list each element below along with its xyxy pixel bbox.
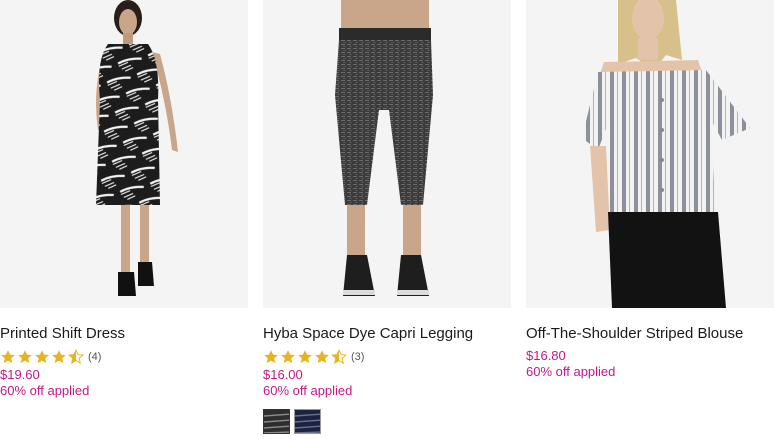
star-icon xyxy=(298,350,312,364)
discount-label: 60% off applied xyxy=(0,383,90,398)
product-price: $19.60 xyxy=(0,367,40,382)
star-icon xyxy=(52,350,66,364)
star-icon xyxy=(18,350,32,364)
product-image-legging[interactable] xyxy=(263,0,511,308)
color-swatches xyxy=(263,409,511,434)
discount-label: 60% off applied xyxy=(526,364,616,379)
product-image-dress[interactable] xyxy=(0,0,248,308)
product-price: $16.80 xyxy=(526,348,566,363)
star-icon xyxy=(281,350,295,364)
product-card[interactable]: Off-The-Shoulder Striped Blouse $16.80 6… xyxy=(526,0,774,380)
swatch-space-dye-navy[interactable] xyxy=(294,409,321,434)
review-count[interactable]: (4) xyxy=(88,351,101,363)
product-rating: (4) xyxy=(0,349,248,365)
product-card[interactable]: Hyba Space Dye Capri Legging (3) $16.00 … xyxy=(263,0,511,434)
star-rating xyxy=(0,349,85,365)
product-price: $16.00 xyxy=(263,367,303,382)
half-star-icon xyxy=(331,349,347,365)
product-image-blouse[interactable] xyxy=(526,0,774,308)
product-title[interactable]: Printed Shift Dress xyxy=(0,325,248,343)
product-rating: (3) xyxy=(263,349,511,365)
star-icon xyxy=(264,350,278,364)
product-title[interactable]: Hyba Space Dye Capri Legging xyxy=(263,325,511,343)
product-title[interactable]: Off-The-Shoulder Striped Blouse xyxy=(526,325,774,343)
swatch-space-dye-black[interactable] xyxy=(263,409,290,434)
product-card[interactable]: Printed Shift Dress (4) $19.60 60% off a… xyxy=(0,0,248,399)
star-icon xyxy=(1,350,15,364)
review-count[interactable]: (3) xyxy=(351,351,364,363)
star-icon xyxy=(35,350,49,364)
star-rating xyxy=(263,349,348,365)
star-icon xyxy=(315,350,329,364)
discount-label: 60% off applied xyxy=(263,383,353,398)
half-star-icon xyxy=(68,349,84,365)
